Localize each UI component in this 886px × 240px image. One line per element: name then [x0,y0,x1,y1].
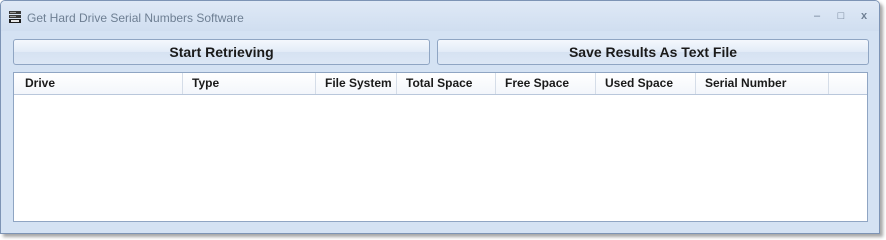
minimize-button[interactable]: – [809,8,825,24]
start-retrieving-button[interactable]: Start Retrieving [13,39,430,65]
column-header-used-space[interactable]: Used Space [596,73,696,94]
hard-drive-app-icon [9,11,21,23]
column-header-drive[interactable]: Drive [14,73,183,94]
save-results-button[interactable]: Save Results As Text File [437,39,869,65]
window-title: Get Hard Drive Serial Numbers Software [27,11,244,25]
column-header-file-system[interactable]: File System [316,73,397,94]
maximize-button[interactable]: □ [833,8,849,24]
app-window: Get Hard Drive Serial Numbers Software –… [0,0,880,234]
close-button[interactable]: x [856,8,872,24]
list-header: Drive Type File System Total Space Free … [14,73,867,95]
column-header-total-space[interactable]: Total Space [397,73,496,94]
results-list[interactable]: Drive Type File System Total Space Free … [13,72,868,222]
column-header-type[interactable]: Type [183,73,316,94]
list-body[interactable] [14,95,867,221]
column-header-serial-number[interactable]: Serial Number [696,73,829,94]
title-bar[interactable]: Get Hard Drive Serial Numbers Software –… [1,1,879,31]
column-header-free-space[interactable]: Free Space [496,73,596,94]
